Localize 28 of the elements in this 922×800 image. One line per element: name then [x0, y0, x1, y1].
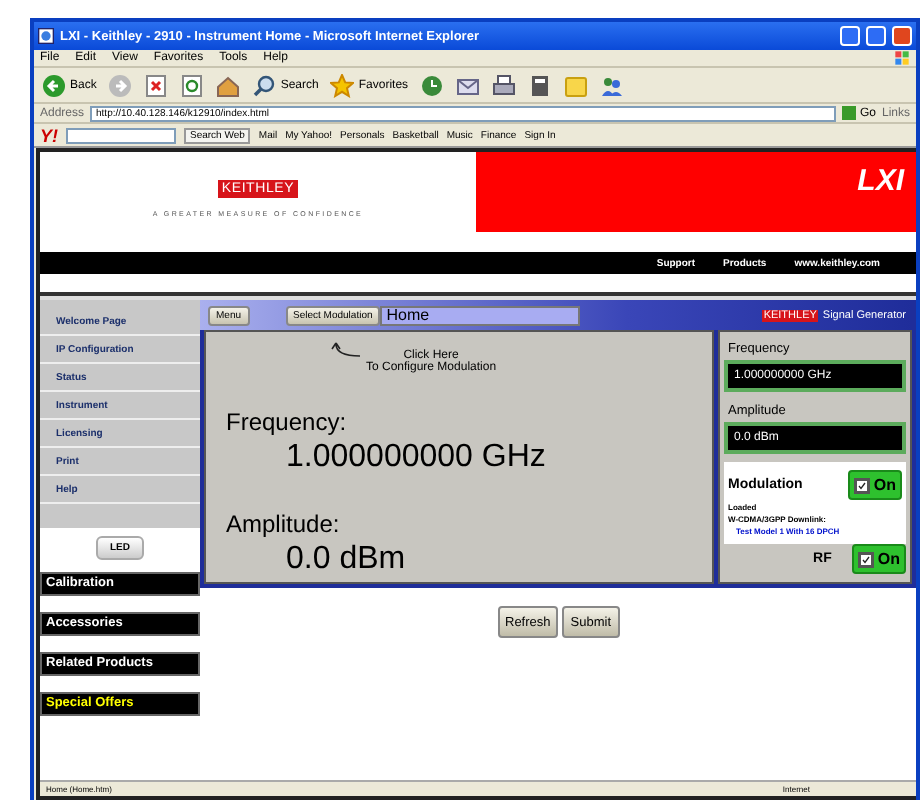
windows-flag-icon	[894, 50, 910, 66]
house-icon[interactable]	[216, 73, 241, 97]
checkbox[interactable]	[853, 477, 870, 493]
on-switch[interactable]: On	[851, 544, 906, 574]
printer-icon[interactable]	[492, 73, 517, 97]
browser-icon	[38, 28, 54, 44]
close-button[interactable]	[892, 26, 912, 46]
maximize-button[interactable]	[866, 26, 886, 46]
search-field[interactable]	[66, 127, 176, 143]
clock-icon[interactable]	[420, 73, 445, 97]
people-icon[interactable]	[600, 73, 625, 97]
display-value: 1.000000000 GHz	[286, 440, 548, 476]
search-icon	[252, 73, 277, 97]
yahoo-logo[interactable]: Y!	[40, 125, 58, 145]
back-icon	[42, 73, 66, 97]
lxi-logo: LXI	[857, 164, 904, 202]
on-switch[interactable]: On	[847, 470, 902, 500]
curved-arrow-icon	[330, 340, 362, 360]
minimize-button[interactable]	[840, 26, 860, 46]
star-icon	[330, 73, 355, 97]
display-label: Amplitude:	[226, 510, 342, 538]
display-value: 0.0 dBm	[286, 542, 408, 578]
stop-icon[interactable]	[144, 73, 169, 97]
document-icon[interactable]	[528, 73, 553, 97]
page-field[interactable]: Home	[380, 305, 581, 325]
display-label: Frequency:	[226, 408, 349, 436]
checkbox[interactable]	[857, 551, 874, 567]
envelope-icon[interactable]	[456, 73, 481, 97]
